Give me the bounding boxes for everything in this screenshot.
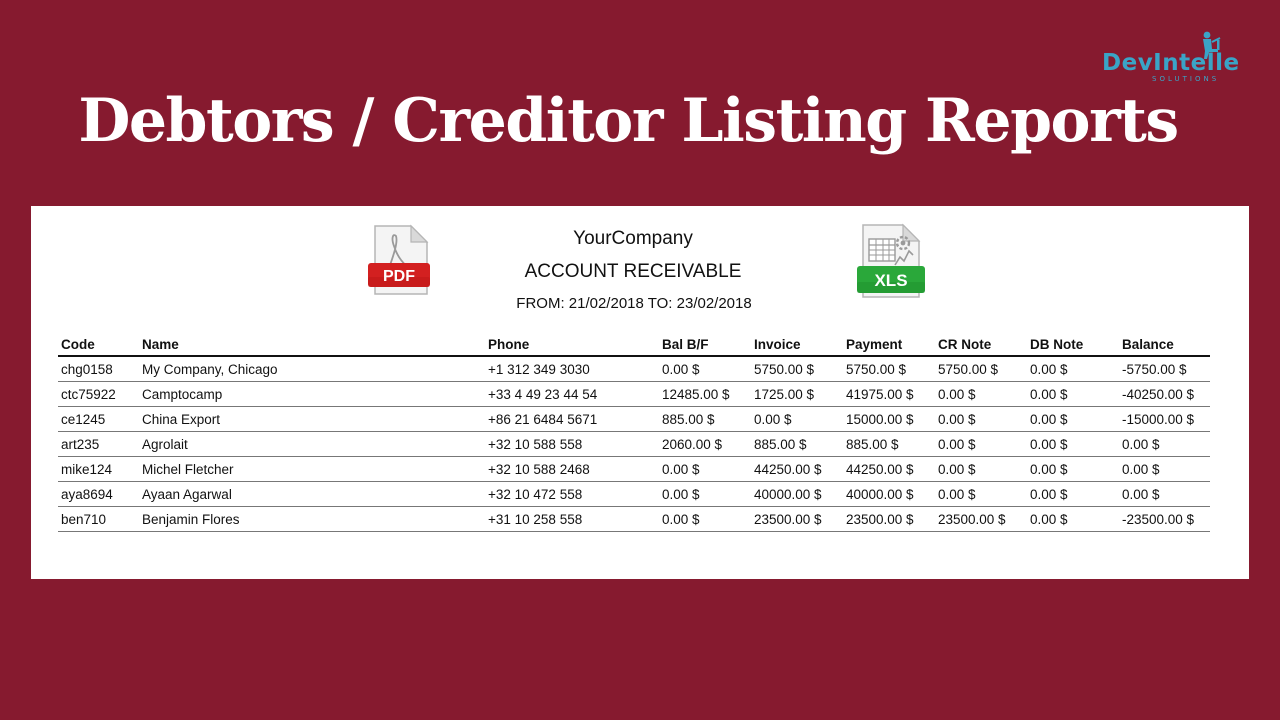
column-header-phone: Phone <box>485 334 659 357</box>
column-header-name: Name <box>139 334 485 357</box>
cell-cr-note: 0.00 $ <box>935 481 1027 507</box>
cell-invoice: 40000.00 $ <box>751 481 843 507</box>
cell-code: ctc75922 <box>58 381 139 407</box>
cell-code: ce1245 <box>58 406 139 432</box>
cell-code: chg0158 <box>58 356 139 382</box>
cell-invoice: 23500.00 $ <box>751 506 843 532</box>
table-row: aya8694 Ayaan Agarwal +32 10 472 558 0.00 $… <box>58 481 1210 507</box>
column-header-db-note: DB Note <box>1027 334 1119 357</box>
cell-cr-note: 0.00 $ <box>935 381 1027 407</box>
cell-bal-bf: 0.00 $ <box>659 456 751 482</box>
cell-db-note: 0.00 $ <box>1027 431 1119 457</box>
cell-name: China Export <box>139 406 485 432</box>
report-period: FROM: 21/02/2018 TO: 23/02/2018 <box>516 295 752 312</box>
xls-download-icon[interactable]: XLS <box>857 223 927 303</box>
cell-payment: 885.00 $ <box>843 431 935 457</box>
cell-name: Ayaan Agarwal <box>139 481 485 507</box>
cell-cr-note: 0.00 $ <box>935 456 1027 482</box>
cell-db-note: 0.00 $ <box>1027 356 1119 382</box>
cell-phone: +86 21 6484 5671 <box>485 406 659 432</box>
receivable-table: Code Name Phone Bal B/F Invoice Payment CR Not… <box>58 334 1210 532</box>
cell-name: My Company, Chicago <box>139 356 485 382</box>
cell-code: mike124 <box>58 456 139 482</box>
table-row: art235 Agrolait +32 10 588 558 2060.00 $885… <box>58 431 1210 457</box>
cell-invoice: 0.00 $ <box>751 406 843 432</box>
cell-cr-note: 0.00 $ <box>935 431 1027 457</box>
cell-code: aya8694 <box>58 481 139 507</box>
cell-bal-bf: 2060.00 $ <box>659 431 751 457</box>
cell-invoice: 5750.00 $ <box>751 356 843 382</box>
cell-name: Michel Fletcher <box>139 456 485 482</box>
cell-balance: 0.00 $ <box>1119 481 1210 507</box>
column-header-payment: Payment <box>843 334 935 357</box>
table-row: ctc75922 Camptocamp +33 4 49 23 44 54 12485… <box>58 381 1210 407</box>
column-header-bal-bf: Bal B/F <box>659 334 751 357</box>
cell-balance: -15000.00 $ <box>1119 406 1210 432</box>
cell-name: Agrolait <box>139 431 485 457</box>
column-header-cr-note: CR Note <box>935 334 1027 357</box>
cell-balance: -5750.00 $ <box>1119 356 1210 382</box>
cell-db-note: 0.00 $ <box>1027 456 1119 482</box>
report-card: PDF YourCompany ACCOUNT RECEIVABLE FROM:… <box>31 206 1249 579</box>
cell-phone: +32 10 472 558 <box>485 481 659 507</box>
cell-bal-bf: 0.00 $ <box>659 356 751 382</box>
table-row: mike124 Michel Fletcher +32 10 588 2468 0.0… <box>58 456 1210 482</box>
cell-payment: 44250.00 $ <box>843 456 935 482</box>
cell-invoice: 885.00 $ <box>751 431 843 457</box>
cell-cr-note: 23500.00 $ <box>935 506 1027 532</box>
cell-balance: 0.00 $ <box>1119 456 1210 482</box>
logo-text: DevIntelle <box>1102 50 1240 76</box>
table-header-row: Code Name Phone Bal B/F Invoice Payment CR Not… <box>58 334 1210 357</box>
table-row: ce1245 China Export +86 21 6484 5671 885.00… <box>58 406 1210 432</box>
cell-invoice: 1725.00 $ <box>751 381 843 407</box>
cell-bal-bf: 12485.00 $ <box>659 381 751 407</box>
cell-balance: 0.00 $ <box>1119 431 1210 457</box>
logo-subtext: SOLUTIONS <box>1152 75 1220 83</box>
table-body: chg0158 My Company, Chicago +1 312 349 303… <box>58 356 1210 532</box>
cell-bal-bf: 0.00 $ <box>659 506 751 532</box>
table-row: chg0158 My Company, Chicago +1 312 349 303… <box>58 356 1210 382</box>
xls-label: XLS <box>874 271 907 290</box>
page-title: Debtors / Creditor Listing Reports <box>78 86 1179 156</box>
column-header-code: Code <box>58 334 139 357</box>
cell-payment: 40000.00 $ <box>843 481 935 507</box>
cell-payment: 23500.00 $ <box>843 506 935 532</box>
report-title: ACCOUNT RECEIVABLE <box>524 261 742 282</box>
cell-bal-bf: 885.00 $ <box>659 406 751 432</box>
cell-balance: -40250.00 $ <box>1119 381 1210 407</box>
cell-bal-bf: 0.00 $ <box>659 481 751 507</box>
cell-name: Benjamin Flores <box>139 506 485 532</box>
cell-db-note: 0.00 $ <box>1027 506 1119 532</box>
cell-payment: 5750.00 $ <box>843 356 935 382</box>
cell-db-note: 0.00 $ <box>1027 481 1119 507</box>
cell-phone: +32 10 588 2468 <box>485 456 659 482</box>
cell-payment: 41975.00 $ <box>843 381 935 407</box>
cell-code: ben710 <box>58 506 139 532</box>
cell-code: art235 <box>58 431 139 457</box>
cell-invoice: 44250.00 $ <box>751 456 843 482</box>
cell-cr-note: 5750.00 $ <box>935 356 1027 382</box>
column-header-invoice: Invoice <box>751 334 843 357</box>
cell-cr-note: 0.00 $ <box>935 406 1027 432</box>
cell-db-note: 0.00 $ <box>1027 381 1119 407</box>
column-header-balance: Balance <box>1119 334 1210 357</box>
cell-payment: 15000.00 $ <box>843 406 935 432</box>
cell-phone: +32 10 588 558 <box>485 431 659 457</box>
devintelle-logo: DevIntelle SOLUTIONS <box>1098 30 1243 86</box>
cell-db-note: 0.00 $ <box>1027 406 1119 432</box>
company-name: YourCompany <box>573 228 693 249</box>
cell-phone: +33 4 49 23 44 54 <box>485 381 659 407</box>
cell-name: Camptocamp <box>139 381 485 407</box>
cell-phone: +1 312 349 3030 <box>485 356 659 382</box>
table-row: ben710 Benjamin Flores +31 10 258 558 0.00 … <box>58 506 1210 532</box>
cell-balance: -23500.00 $ <box>1119 506 1210 532</box>
cell-phone: +31 10 258 558 <box>485 506 659 532</box>
